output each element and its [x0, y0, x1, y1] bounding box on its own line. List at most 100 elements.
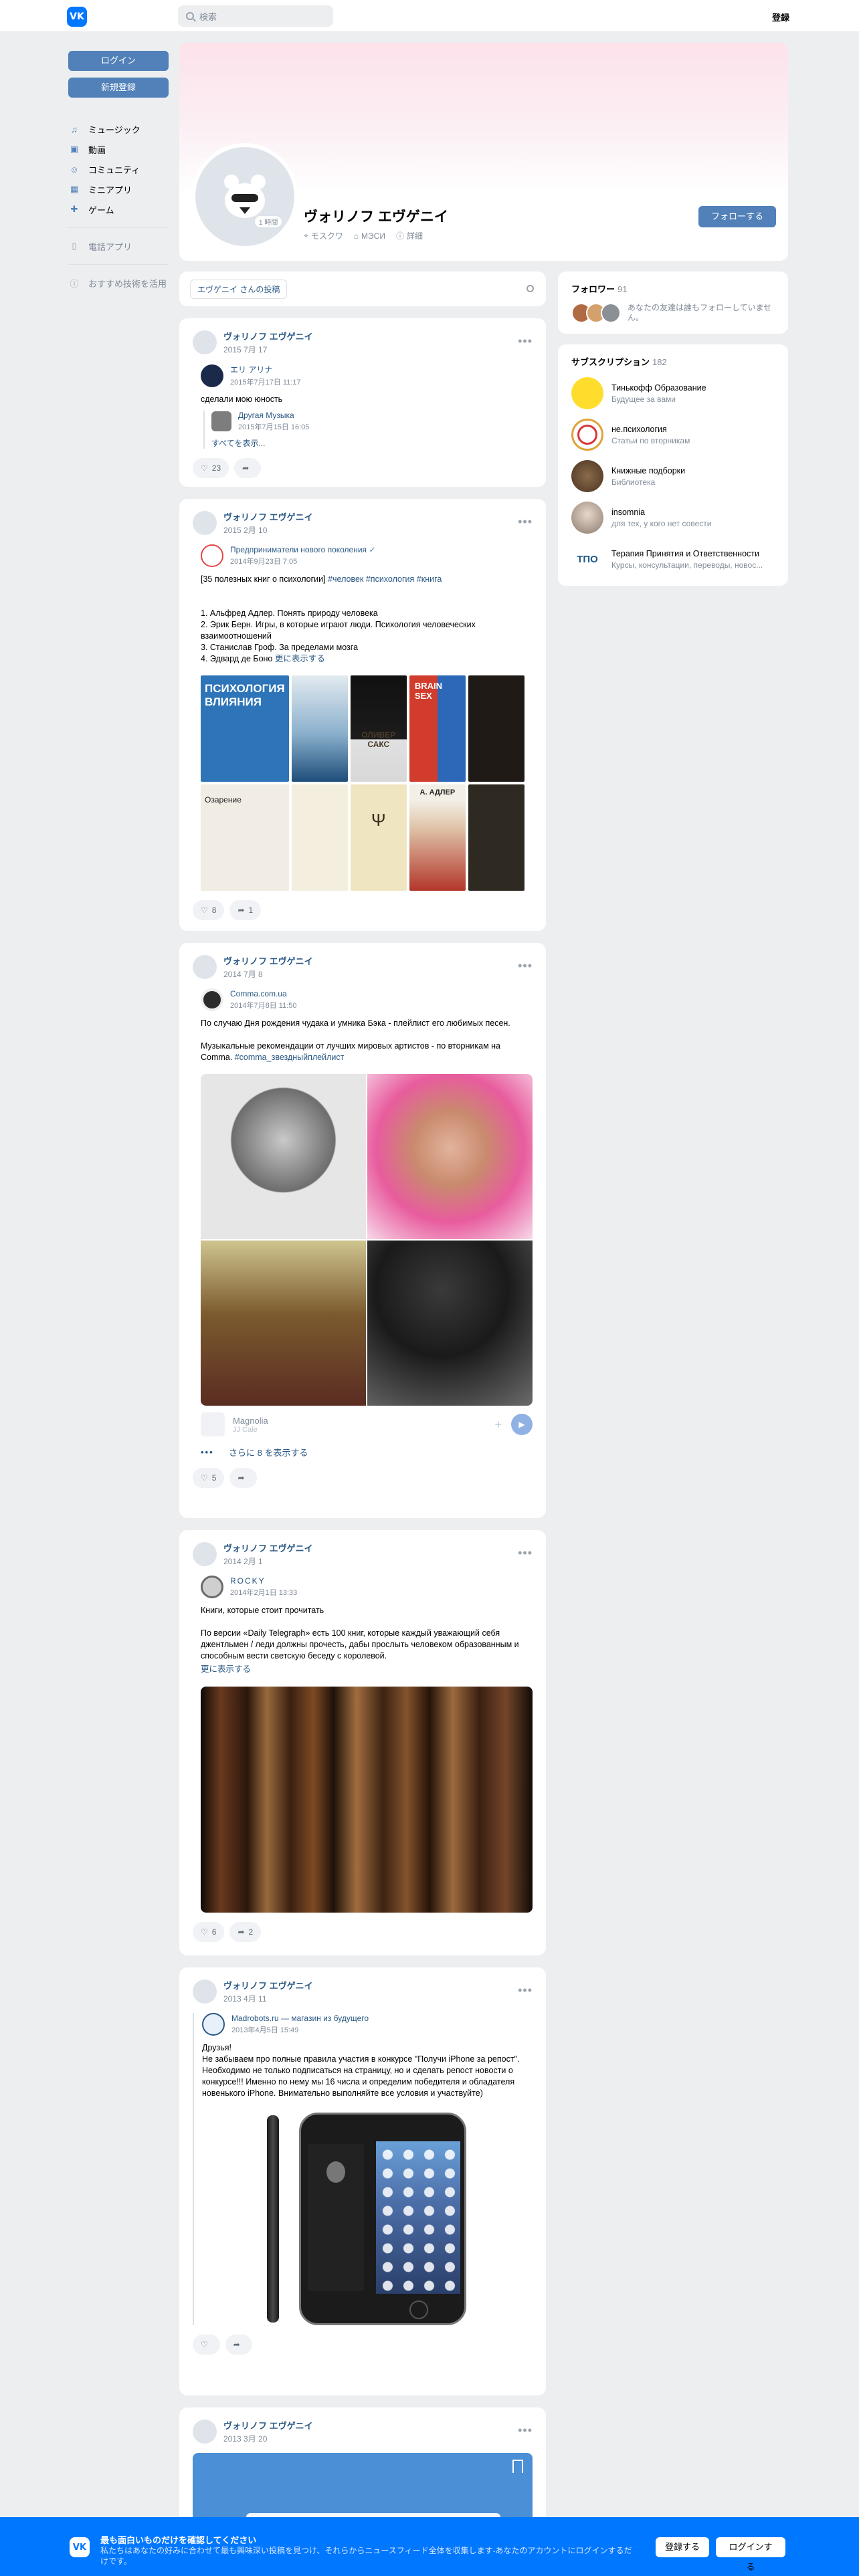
sidebar-item-community[interactable]: ☺ コミュニティ: [68, 159, 169, 179]
more-icon[interactable]: •••: [518, 334, 533, 348]
show-more-link[interactable]: 更に表示する: [275, 654, 325, 663]
photo[interactable]: [201, 1687, 533, 1913]
repost-author[interactable]: エリ アリナ: [230, 364, 301, 375]
sidebar-item-video[interactable]: ▣ 動画: [68, 139, 169, 159]
subscription-item[interactable]: Книжные подборки Библиотека: [571, 460, 775, 492]
more-icon[interactable]: •••: [518, 1983, 533, 1998]
photo[interactable]: ОЛИВЕР САКС: [350, 675, 407, 782]
photo[interactable]: [468, 784, 524, 891]
like-button[interactable]: ♡ 8: [193, 900, 225, 920]
post-author[interactable]: ヴォリノフ エヴゲニイ: [223, 954, 313, 967]
profile-details-link[interactable]: ⓘ 詳細: [396, 230, 423, 241]
avatar[interactable]: [201, 1576, 223, 1598]
repost-author[interactable]: Предприниматели нового поколения ✓: [230, 545, 375, 554]
register-link[interactable]: 登録: [772, 11, 789, 23]
post-date[interactable]: 2013 3月 20: [223, 2433, 313, 2444]
photo[interactable]: [291, 675, 348, 782]
subscription-item[interactable]: не.психология Статьи по вторникам: [571, 419, 775, 451]
show-more-audio[interactable]: ••• さらに 8 を表示する: [201, 1446, 533, 1459]
photo[interactable]: [367, 1074, 533, 1239]
hashtags[interactable]: #comma_звездныйплейлист: [235, 1053, 345, 1062]
post-date[interactable]: 2014 2月 1: [223, 1555, 313, 1567]
avatar[interactable]: [202, 2013, 225, 2036]
repost-author[interactable]: Comma.com.ua: [230, 989, 296, 998]
repost-date[interactable]: 2014年7月8日 11:50: [230, 1000, 296, 1010]
play-icon[interactable]: ▶: [511, 1414, 533, 1435]
like-button[interactable]: ♡ 5: [193, 1468, 225, 1488]
repost-author[interactable]: ROCKY: [230, 1576, 297, 1586]
share-button[interactable]: ➦ 1: [229, 900, 262, 920]
share-button[interactable]: ➦: [225, 2335, 252, 2355]
repost-date[interactable]: 2015年7月17日 11:17: [230, 377, 301, 387]
subscription-item[interactable]: insomnia для тех, у кого нет совести: [571, 502, 775, 534]
repost-date[interactable]: 2013年4月5日 15:49: [231, 2024, 369, 2035]
sidebar-item-phone-apps[interactable]: ▯ 電話アプリ: [68, 236, 169, 256]
subscription-item[interactable]: ТПО Терапия Принятия и Ответственности Ку…: [571, 543, 775, 575]
avatar[interactable]: [193, 2420, 217, 2444]
avatar[interactable]: [201, 544, 223, 567]
share-button[interactable]: ➦: [234, 458, 262, 478]
followers-title[interactable]: フォロワー 91: [571, 282, 775, 295]
subscription-item[interactable]: Тинькофф Образование Будущее за вами: [571, 377, 775, 409]
tab-user-posts[interactable]: エヴゲニイ さんの投稿: [190, 279, 288, 299]
repost-author[interactable]: Madrobots.ru — магазин из будущего: [231, 2014, 369, 2023]
show-all-link[interactable]: すべてを表示...: [211, 437, 533, 449]
login-button[interactable]: ログイン: [68, 51, 169, 71]
follow-button[interactable]: フォローする: [698, 206, 776, 227]
photo[interactable]: [291, 784, 348, 891]
photo[interactable]: [201, 1074, 366, 1239]
share-button[interactable]: ➦: [229, 1468, 257, 1488]
subscriptions-title[interactable]: サブスクリプション 182: [571, 355, 775, 368]
photo[interactable]: ПСИХОЛОГИЯ ВЛИЯНИЯ: [201, 675, 289, 782]
post-date[interactable]: 2015 7月 17: [223, 344, 313, 355]
avatar[interactable]: [201, 364, 223, 387]
avatar[interactable]: [193, 330, 217, 354]
photo[interactable]: [367, 1241, 533, 1406]
hashtags[interactable]: #человек #психология #книга: [328, 574, 442, 584]
more-icon[interactable]: •••: [518, 959, 533, 973]
signup-button[interactable]: 新規登録: [68, 78, 169, 98]
register-button[interactable]: 登録する: [656, 2537, 709, 2557]
repost-date[interactable]: 2014年9月23日 7:05: [230, 556, 375, 566]
post-author[interactable]: ヴォリノフ エヴゲニイ: [223, 510, 313, 523]
sidebar-item-apps[interactable]: ▦ ミニアプリ: [68, 179, 169, 199]
post-date[interactable]: 2013 4月 11: [223, 1993, 313, 2004]
audio-track[interactable]: Magnolia JJ Cale + ▶: [201, 1410, 533, 1439]
share-button[interactable]: ➦ 2: [229, 1922, 262, 1942]
photo[interactable]: [201, 1241, 366, 1406]
post-date[interactable]: 2014 7月 8: [223, 968, 313, 980]
avatar[interactable]: [201, 988, 223, 1011]
search-input[interactable]: 検索: [178, 5, 333, 27]
repost-author[interactable]: Другая Музыка: [238, 411, 309, 420]
like-button[interactable]: ♡: [193, 2335, 220, 2355]
sidebar-item-music[interactable]: ♫ ミュージック: [68, 119, 169, 139]
more-icon[interactable]: •••: [518, 1546, 533, 1560]
photo[interactable]: [468, 675, 524, 782]
photo[interactable]: BRAIN SEX: [409, 675, 466, 782]
photo[interactable]: [267, 2113, 468, 2325]
avatar[interactable]: [193, 955, 217, 979]
add-icon[interactable]: +: [494, 1418, 502, 1432]
more-icon[interactable]: •••: [518, 515, 533, 529]
photo[interactable]: Озарение: [201, 784, 289, 891]
sidebar-item-recommend[interactable]: ⓘ おすすめ技術を活用: [68, 273, 169, 293]
post-date[interactable]: 2015 2月 10: [223, 524, 313, 536]
sidebar-item-games[interactable]: ✚ ゲーム: [68, 199, 169, 219]
vk-logo[interactable]: VK: [67, 7, 87, 27]
login-button[interactable]: ログインする: [716, 2537, 785, 2572]
show-more-link[interactable]: 更に表示する: [201, 1662, 533, 1675]
post-author[interactable]: ヴォリノフ エヴゲニイ: [223, 1979, 313, 1992]
more-icon[interactable]: •••: [518, 2424, 533, 2438]
repost-date[interactable]: 2015年7月15日 16:05: [238, 421, 309, 432]
follower-avatars[interactable]: [571, 303, 621, 323]
like-button[interactable]: ♡ 6: [193, 1922, 225, 1942]
avatar[interactable]: [193, 1979, 217, 2004]
photo[interactable]: А. АДЛЕР: [409, 784, 466, 891]
avatar[interactable]: [211, 411, 231, 431]
like-button[interactable]: ♡ 23: [193, 458, 229, 478]
avatar[interactable]: [193, 511, 217, 535]
profile-avatar[interactable]: [191, 143, 298, 250]
search-icon[interactable]: [527, 285, 534, 292]
post-author[interactable]: ヴォリノフ エヴゲニイ: [223, 2419, 313, 2432]
post-author[interactable]: ヴォリノフ エヴゲニイ: [223, 1541, 313, 1554]
